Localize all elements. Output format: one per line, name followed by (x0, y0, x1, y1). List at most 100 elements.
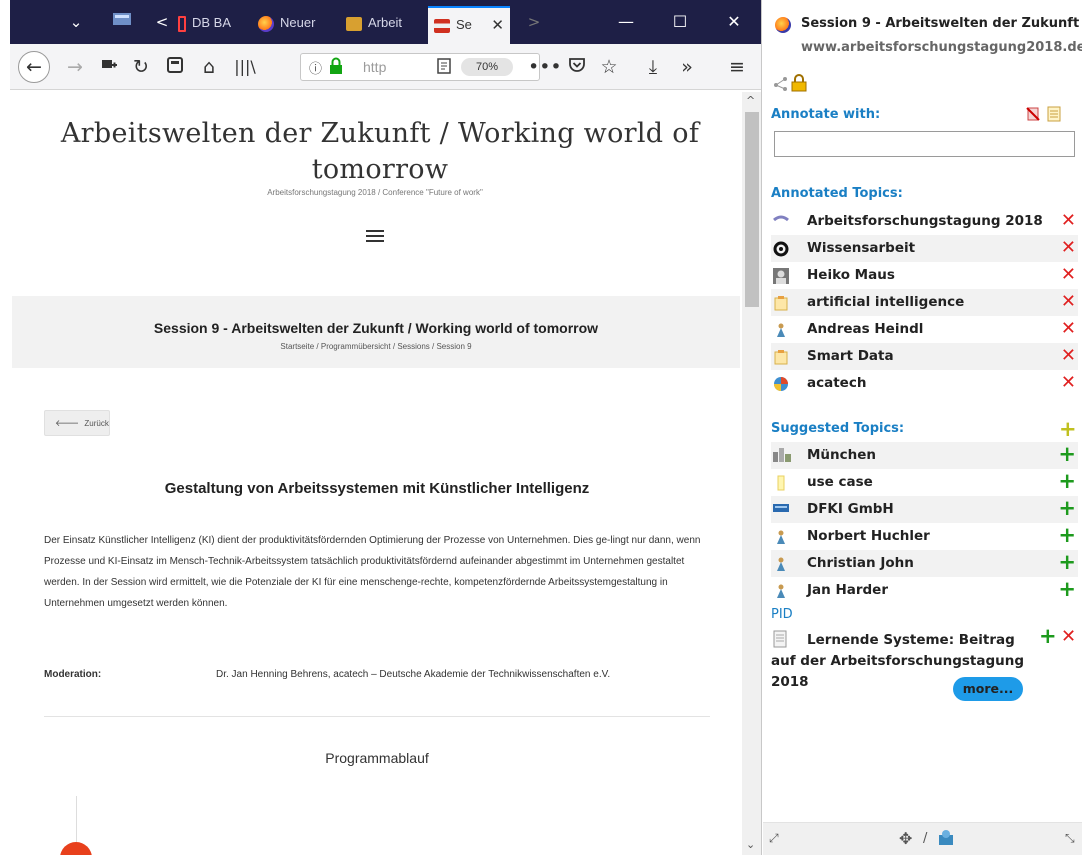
hamburger-menu-icon[interactable]: ≡ (722, 52, 752, 82)
remove-topic-icon[interactable]: ✕ (1061, 264, 1076, 286)
scroll-thumb[interactable] (745, 112, 759, 307)
suggested-topic-row[interactable]: Jan Harder + (771, 577, 1078, 604)
topic-label[interactable]: Christian John (807, 555, 914, 571)
sidebar-url[interactable]: www.arbeitsforschungstagung2018.de (801, 40, 1082, 55)
pid-label: PID (771, 607, 793, 622)
tab-label: DB BA (192, 15, 232, 30)
home-icon[interactable]: ⌂ (194, 52, 224, 82)
bookmark-star-icon[interactable]: ☆ (594, 52, 624, 82)
session-title: Session 9 - Arbeitswelten der Zukunft / … (153, 320, 599, 336)
url-bar[interactable]: ⓘ http 70% (300, 53, 540, 81)
share-icon[interactable] (773, 76, 789, 96)
forward-arrow-icon[interactable]: → (60, 52, 90, 82)
annotated-topic-row[interactable]: Andreas Heindl ✕ (771, 316, 1078, 343)
annotation-sidebar: Session 9 - Arbeitswelten der Zukunft ww… (763, 0, 1082, 855)
more-button[interactable]: more... (953, 677, 1023, 701)
lock-icon[interactable] (329, 57, 343, 79)
clear-annotation-icon[interactable] (1025, 106, 1041, 126)
topic-label[interactable]: Wissensarbeit (807, 240, 915, 256)
tab-db[interactable]: DB BA (172, 6, 250, 40)
annotated-topic-row[interactable]: artificial intelligence ✕ (771, 289, 1078, 316)
add-topic-icon[interactable]: + (1058, 443, 1076, 465)
topic-label[interactable]: München (807, 447, 876, 463)
add-topic-icon[interactable]: + (1058, 578, 1076, 600)
tab-session-active[interactable]: Se ✕ (428, 6, 510, 44)
pocket-icon[interactable] (562, 52, 592, 82)
info-icon[interactable]: ⓘ (309, 58, 322, 77)
breadcrumb[interactable]: Startseite / Programmübersicht / Session… (12, 342, 740, 351)
scroll-tabs-right-icon[interactable]: > (524, 8, 544, 36)
scroll-down-icon[interactable]: ⌄ (746, 838, 755, 851)
topic-label[interactable]: DFKI GmbH (807, 501, 894, 517)
topic-label[interactable]: Heiko Maus (807, 267, 895, 283)
remove-topic-icon[interactable]: ✕ (1061, 626, 1076, 647)
annotated-topic-row[interactable]: Wissensarbeit ✕ (771, 235, 1078, 262)
organization-icon (773, 376, 789, 392)
mindmap-icon[interactable] (937, 829, 955, 851)
expand-icon[interactable]: ⤢ (769, 831, 779, 846)
suggested-topic-row[interactable]: DFKI GmbH + (771, 496, 1078, 523)
db-favicon-icon (178, 15, 186, 32)
close-tab-icon[interactable]: ✕ (491, 8, 504, 42)
annotated-topic-row[interactable]: Arbeitsforschungstagung 2018 ✕ (771, 208, 1078, 235)
notes-icon[interactable] (1047, 106, 1061, 126)
menu-icon[interactable] (366, 230, 384, 244)
add-topic-icon[interactable]: + (1058, 470, 1076, 492)
zoom-level[interactable]: 70% (461, 58, 513, 76)
annotate-input[interactable] (774, 131, 1075, 157)
collapse-icon[interactable]: ⤡ (1065, 831, 1075, 846)
library-icon[interactable]: |||\ (230, 52, 260, 82)
topic-label[interactable]: artificial intelligence (807, 294, 964, 310)
topic-label[interactable]: Arbeitsforschungstagung 2018 (807, 213, 1043, 229)
add-topic-icon[interactable]: + (1058, 497, 1076, 519)
reader-view-icon[interactable] (160, 52, 190, 82)
add-topic-icon[interactable]: + (1039, 624, 1057, 648)
annotated-topic-row[interactable]: Heiko Maus ✕ (771, 262, 1078, 289)
url-text[interactable]: http (363, 59, 386, 75)
back-arrow-icon[interactable]: ← (18, 51, 50, 83)
download-icon[interactable]: ⤓ (638, 52, 668, 82)
remove-topic-icon[interactable]: ✕ (1061, 318, 1076, 340)
annotated-topic-row[interactable]: acatech ✕ (771, 370, 1078, 397)
close-window-icon[interactable]: ✕ (714, 8, 754, 36)
scroll-up-icon[interactable]: ^ (746, 94, 755, 107)
annotated-topic-row[interactable]: Smart Data ✕ (771, 343, 1078, 370)
overflow-chevron-icon[interactable]: » (672, 52, 702, 82)
page-scrollbar[interactable]: ^ ⌄ (742, 92, 761, 855)
tab-list-chevron-icon[interactable]: ⌄ (64, 8, 88, 36)
add-all-suggested-icon[interactable]: + (1059, 418, 1080, 440)
topic-label[interactable]: Norbert Huchler (807, 528, 930, 544)
topic-label[interactable]: use case (807, 474, 873, 490)
add-topic-icon[interactable]: + (1058, 551, 1076, 573)
suggested-topic-row[interactable]: use case + (771, 469, 1078, 496)
browser-window: ⌄ < DB BA Neuer Arbeit Se ✕ > — ☐ ✕ ← → … (0, 0, 762, 855)
tab-favicon-icon[interactable] (110, 8, 134, 36)
tab-arbeit[interactable]: Arbeit (340, 6, 424, 40)
topic-label[interactable]: acatech (807, 375, 866, 391)
reload-icon[interactable]: ↻ (126, 52, 156, 82)
remove-topic-icon[interactable]: ✕ (1061, 345, 1076, 367)
remove-topic-icon[interactable]: ✕ (1061, 291, 1076, 313)
minimize-icon[interactable]: — (606, 8, 646, 36)
suggested-topic-row[interactable]: Christian John + (771, 550, 1078, 577)
reader-mode-icon[interactable] (437, 58, 451, 78)
page-actions-icon[interactable]: ••• (528, 52, 562, 82)
pid-item[interactable]: Lernende Systeme: Beitrag auf der Arbeit… (771, 624, 1076, 693)
bookmark-add-icon[interactable] (94, 52, 124, 82)
topic-label[interactable]: Andreas Heindl (807, 321, 923, 337)
suggested-topic-row[interactable]: München + (771, 442, 1078, 469)
move-icon[interactable]: ✥ (899, 829, 912, 848)
add-topic-icon[interactable]: + (1058, 524, 1076, 546)
remove-topic-icon[interactable]: ✕ (1061, 372, 1076, 394)
topic-label[interactable]: Jan Harder (807, 582, 888, 598)
topic-label[interactable]: Smart Data (807, 348, 894, 364)
suggested-topic-row[interactable]: Norbert Huchler + (771, 523, 1078, 550)
scroll-tabs-left-icon[interactable]: < (152, 8, 172, 36)
remove-topic-icon[interactable]: ✕ (1061, 237, 1076, 259)
maximize-icon[interactable]: ☐ (660, 8, 700, 36)
lock-icon[interactable] (791, 74, 807, 96)
back-button[interactable]: 🡐 Zurück (44, 410, 110, 436)
sidebar-footer: ⤢ ✥ / ⤡ (763, 822, 1082, 855)
tab-new[interactable]: Neuer (252, 6, 330, 40)
remove-topic-icon[interactable]: ✕ (1061, 210, 1076, 232)
